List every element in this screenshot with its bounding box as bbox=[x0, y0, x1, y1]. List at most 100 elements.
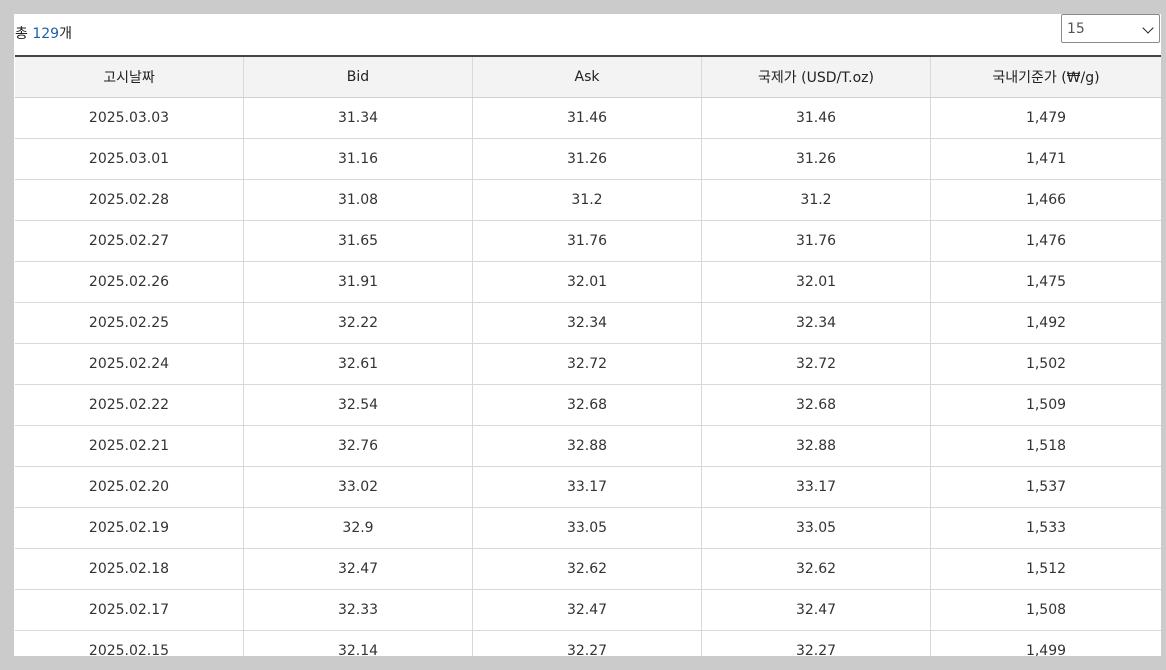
cell-date: 2025.03.03 bbox=[15, 98, 244, 138]
cell-bid: 32.14 bbox=[244, 631, 473, 656]
price-table: 고시날짜 Bid Ask 국제가 (USD/T.oz) 국내기준가 (₩/g) … bbox=[15, 55, 1161, 656]
cell-bid: 31.65 bbox=[244, 221, 473, 261]
table-row: 2025.02.15 32.14 32.27 32.27 1,499 bbox=[15, 631, 1161, 656]
cell-international-price: 31.2 bbox=[702, 180, 931, 220]
cell-ask: 33.17 bbox=[473, 467, 702, 507]
cell-international-price: 32.62 bbox=[702, 549, 931, 589]
cell-international-price: 33.17 bbox=[702, 467, 931, 507]
cell-date: 2025.02.28 bbox=[15, 180, 244, 220]
cell-international-price: 32.68 bbox=[702, 385, 931, 425]
cell-ask: 32.88 bbox=[473, 426, 702, 466]
cell-date: 2025.02.26 bbox=[15, 262, 244, 302]
cell-domestic-price: 1,475 bbox=[1025, 274, 1067, 290]
cell-ask: 31.76 bbox=[473, 221, 702, 261]
cell-date: 2025.02.25 bbox=[15, 303, 244, 343]
cell-date: 2025.02.24 bbox=[15, 344, 244, 384]
table-row: 2025.02.19 32.9 33.05 33.05 1,533 bbox=[15, 508, 1161, 549]
cell-ask: 32.34 bbox=[473, 303, 702, 343]
cell-international-price: 32.47 bbox=[702, 590, 931, 630]
page-size-value: 15 bbox=[1067, 21, 1085, 37]
cell-bid: 32.54 bbox=[244, 385, 473, 425]
cell-bid: 31.08 bbox=[244, 180, 473, 220]
table-row: 2025.02.17 32.33 32.47 32.47 1,508 bbox=[15, 590, 1161, 631]
total-prefix: 총 bbox=[15, 26, 33, 42]
cell-date: 2025.02.18 bbox=[15, 549, 244, 589]
table-row: 2025.02.26 31.91 32.01 32.01 1,475 bbox=[15, 262, 1161, 303]
cell-domestic-price: 1,509 bbox=[1025, 397, 1067, 413]
table-row: 2025.02.28 31.08 31.2 31.2 1,466 bbox=[15, 180, 1161, 221]
cell-international-price: 31.26 bbox=[702, 139, 931, 179]
cell-domestic-price: 1,537 bbox=[1025, 479, 1067, 495]
cell-international-price: 31.46 bbox=[702, 98, 931, 138]
cell-bid: 32.22 bbox=[244, 303, 473, 343]
cell-bid: 31.91 bbox=[244, 262, 473, 302]
header-date[interactable]: 고시날짜 bbox=[15, 57, 244, 97]
cell-ask: 32.72 bbox=[473, 344, 702, 384]
cell-bid: 32.9 bbox=[244, 508, 473, 548]
cell-date: 2025.02.15 bbox=[15, 631, 244, 656]
cell-domestic-price: 1,502 bbox=[1025, 356, 1067, 372]
total-count: 129 bbox=[32, 26, 60, 42]
cell-international-price: 32.72 bbox=[702, 344, 931, 384]
table-header-row: 고시날짜 Bid Ask 국제가 (USD/T.oz) 국내기준가 (₩/g) bbox=[15, 57, 1161, 98]
cell-domestic-price: 1,508 bbox=[1025, 602, 1067, 618]
cell-date: 2025.02.19 bbox=[15, 508, 244, 548]
cell-ask: 32.27 bbox=[473, 631, 702, 656]
cell-international-price: 32.88 bbox=[702, 426, 931, 466]
cell-domestic-price: 1,533 bbox=[1025, 520, 1067, 536]
total-count-label: 총 129개 bbox=[15, 24, 72, 44]
cell-date: 2025.02.22 bbox=[15, 385, 244, 425]
cell-ask: 32.01 bbox=[473, 262, 702, 302]
cell-domestic-price: 1,518 bbox=[1025, 438, 1067, 454]
cell-ask: 31.26 bbox=[473, 139, 702, 179]
cell-ask: 31.2 bbox=[473, 180, 702, 220]
cell-ask: 32.68 bbox=[473, 385, 702, 425]
cell-domestic-price: 1,492 bbox=[1025, 315, 1067, 331]
header-international-price[interactable]: 국제가 (USD/T.oz) bbox=[702, 57, 931, 97]
cell-bid: 33.02 bbox=[244, 467, 473, 507]
cell-ask: 32.47 bbox=[473, 590, 702, 630]
table-row: 2025.03.03 31.34 31.46 31.46 1,479 bbox=[15, 98, 1161, 139]
cell-date: 2025.02.20 bbox=[15, 467, 244, 507]
cell-bid: 31.34 bbox=[244, 98, 473, 138]
cell-ask: 31.46 bbox=[473, 98, 702, 138]
table-row: 2025.02.25 32.22 32.34 32.34 1,492 bbox=[15, 303, 1161, 344]
cell-ask: 32.62 bbox=[473, 549, 702, 589]
cell-international-price: 32.34 bbox=[702, 303, 931, 343]
cell-domestic-price: 1,512 bbox=[1025, 561, 1067, 577]
cell-date: 2025.02.27 bbox=[15, 221, 244, 261]
header-domestic-price[interactable]: 국내기준가 (₩/g) bbox=[931, 57, 1161, 97]
header-ask[interactable]: Ask bbox=[473, 57, 702, 97]
page-size-select[interactable]: 15 bbox=[1061, 14, 1160, 43]
table-row: 2025.02.24 32.61 32.72 32.72 1,502 bbox=[15, 344, 1161, 385]
cell-date: 2025.02.21 bbox=[15, 426, 244, 466]
table-body: 2025.03.03 31.34 31.46 31.46 1,479 2025.03.01… bbox=[15, 98, 1161, 656]
cell-international-price: 32.27 bbox=[702, 631, 931, 656]
table-row: 2025.02.21 32.76 32.88 32.88 1,518 bbox=[15, 426, 1161, 467]
header-bid[interactable]: Bid bbox=[244, 57, 473, 97]
cell-bid: 32.76 bbox=[244, 426, 473, 466]
total-suffix: 개 bbox=[59, 26, 72, 42]
cell-date: 2025.03.01 bbox=[15, 139, 244, 179]
table-row: 2025.02.27 31.65 31.76 31.76 1,476 bbox=[15, 221, 1161, 262]
table-row: 2025.02.22 32.54 32.68 32.68 1,509 bbox=[15, 385, 1161, 426]
chevron-down-icon bbox=[1142, 22, 1154, 34]
cell-international-price: 31.76 bbox=[702, 221, 931, 261]
cell-bid: 32.47 bbox=[244, 549, 473, 589]
cell-date: 2025.02.17 bbox=[15, 590, 244, 630]
table-row: 2025.02.20 33.02 33.17 33.17 1,537 bbox=[15, 467, 1161, 508]
cell-domestic-price: 1,476 bbox=[1025, 233, 1067, 249]
price-panel: 총 129개 15 고시날짜 Bid Ask 국제가 (USD/T.oz) 국내… bbox=[14, 14, 1161, 656]
table-row: 2025.03.01 31.16 31.26 31.26 1,471 bbox=[15, 139, 1161, 180]
cell-domestic-price: 1,471 bbox=[1025, 151, 1067, 167]
cell-ask: 33.05 bbox=[473, 508, 702, 548]
cell-bid: 32.61 bbox=[244, 344, 473, 384]
cell-domestic-price: 1,479 bbox=[1025, 110, 1067, 126]
cell-international-price: 33.05 bbox=[702, 508, 931, 548]
cell-bid: 32.33 bbox=[244, 590, 473, 630]
cell-domestic-price: 1,499 bbox=[1025, 643, 1067, 656]
cell-international-price: 32.01 bbox=[702, 262, 931, 302]
table-row: 2025.02.18 32.47 32.62 32.62 1,512 bbox=[15, 549, 1161, 590]
cell-domestic-price: 1,466 bbox=[1025, 192, 1067, 208]
cell-bid: 31.16 bbox=[244, 139, 473, 179]
